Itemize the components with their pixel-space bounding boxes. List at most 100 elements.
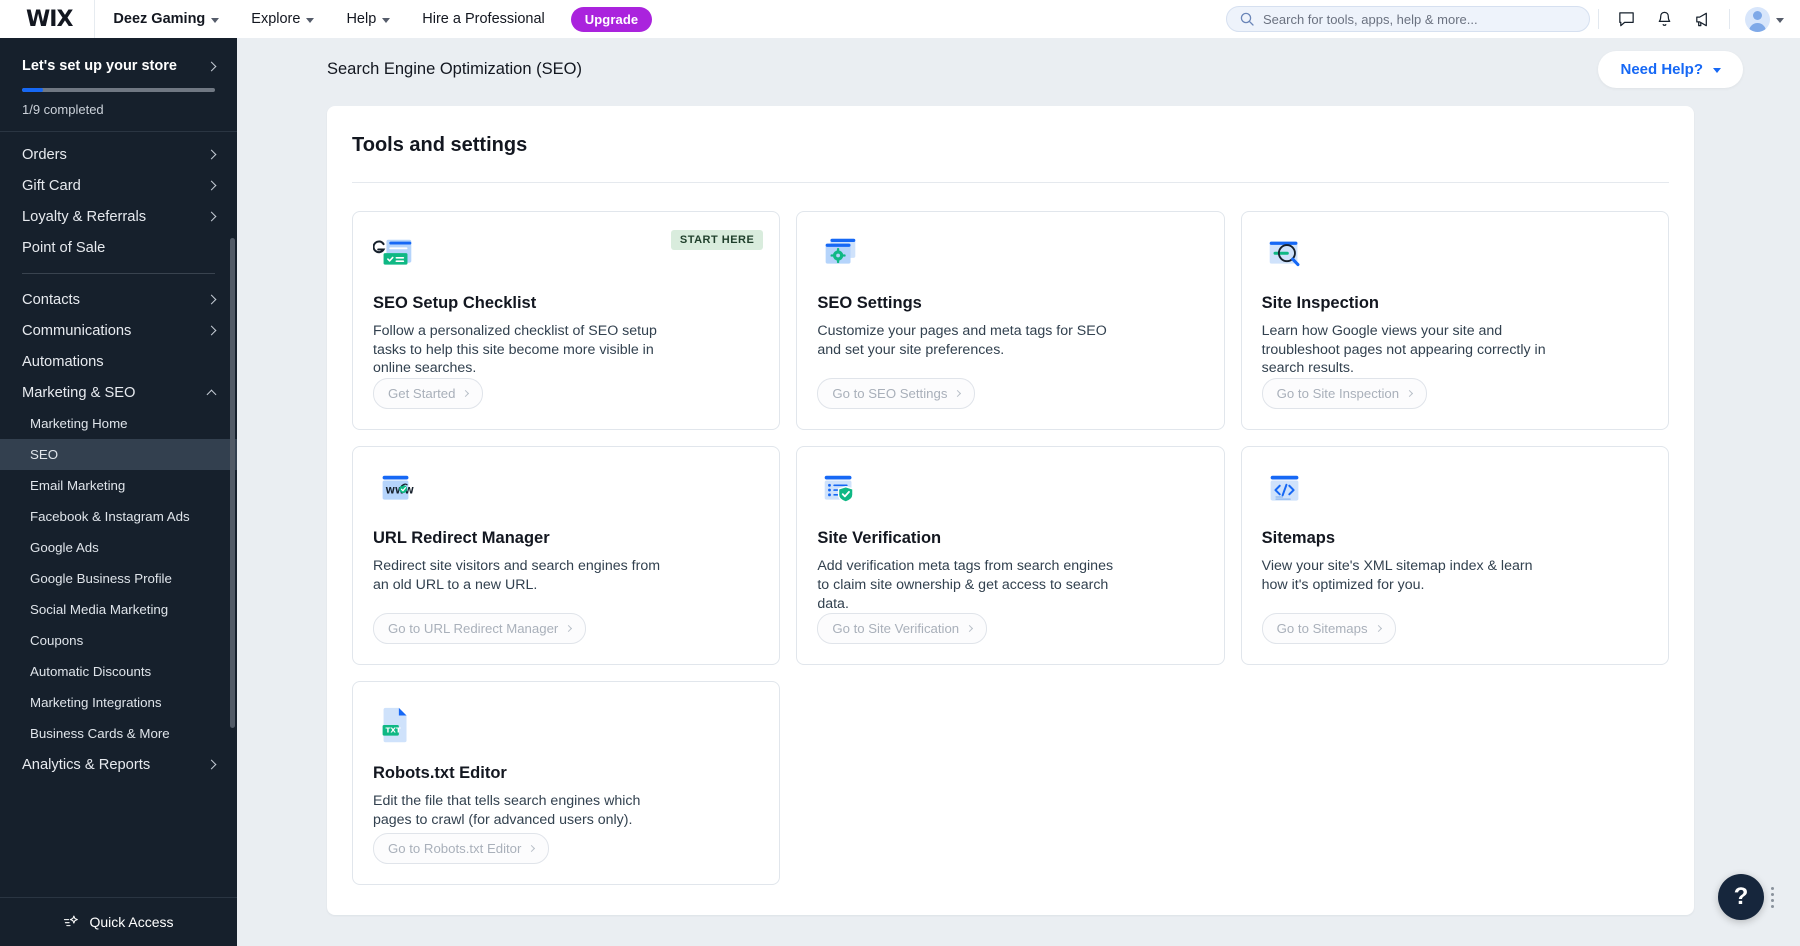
- sidebar-item-email-marketing[interactable]: Email Marketing: [0, 470, 237, 501]
- sidebar-item-communications[interactable]: Communications: [0, 315, 237, 346]
- sidebar-item-label: Facebook & Instagram Ads: [30, 509, 190, 524]
- sidebar-item-gift-card[interactable]: Gift Card: [0, 170, 237, 201]
- chevron-right-icon: [954, 390, 961, 397]
- sidebar-item-automatic-discounts[interactable]: Automatic Discounts: [0, 656, 237, 687]
- card-description: Learn how Google views your site and tro…: [1262, 322, 1562, 378]
- megaphone-icon[interactable]: [1683, 0, 1721, 38]
- shield-check-list-icon: [817, 469, 863, 513]
- chevron-down-icon: [211, 18, 219, 23]
- chevron-right-icon: [528, 845, 535, 852]
- sidebar-item-marketing-home[interactable]: Marketing Home: [0, 408, 237, 439]
- chevron-right-icon: [1375, 625, 1382, 632]
- sidebar-item-coupons[interactable]: Coupons: [0, 625, 237, 656]
- sidebar-scrollbar[interactable]: [230, 238, 235, 728]
- card-site-inspection[interactable]: Site Inspection Learn how Google views y…: [1241, 211, 1669, 430]
- need-help-button[interactable]: Need Help?: [1598, 51, 1743, 88]
- card-seo-setup-checklist[interactable]: START HERE SEO Setup Checklist Follow a …: [352, 211, 780, 430]
- sidebar-item-label: Point of Sale: [22, 240, 105, 256]
- go-to-url-redirect-manager-button[interactable]: Go to URL Redirect Manager: [373, 613, 586, 644]
- sidebar-item-label: Marketing Integrations: [30, 695, 162, 710]
- nav-help-label: Help: [346, 11, 376, 27]
- card-site-verification[interactable]: Site Verification Add verification meta …: [796, 446, 1224, 665]
- help-button[interactable]: ?: [1718, 874, 1764, 920]
- sidebar-item-label: Gift Card: [22, 178, 81, 194]
- card-robots-txt-editor[interactable]: TXT Robots.txt Editor Edit the file that…: [352, 681, 780, 885]
- go-to-seo-settings-button[interactable]: Go to SEO Settings: [817, 378, 975, 409]
- top-bar: WIX Deez Gaming Explore Help Hire a Prof…: [0, 0, 1800, 38]
- sidebar-item-label: Orders: [22, 147, 67, 163]
- nav-explore[interactable]: Explore: [235, 0, 330, 38]
- chat-icon[interactable]: [1607, 0, 1645, 38]
- card-title: SEO Settings: [817, 294, 1203, 313]
- card-button-label: Go to URL Redirect Manager: [388, 621, 558, 636]
- setup-header[interactable]: Let's set up your store: [22, 58, 215, 74]
- tools-grid: START HERE SEO Setup Checklist Follow a …: [327, 183, 1694, 915]
- setup-progress-fill: [22, 88, 43, 92]
- card-description: Redirect site visitors and search engine…: [373, 557, 673, 594]
- site-selector[interactable]: Deez Gaming: [95, 0, 235, 38]
- chevron-down-icon: [1713, 68, 1721, 73]
- sidebar-group-store: Orders Gift Card Loyalty & Referrals Poi…: [0, 132, 237, 263]
- sidebar-item-label: Email Marketing: [30, 478, 125, 493]
- sidebar-item-seo[interactable]: SEO: [0, 439, 237, 470]
- chevron-right-icon: [207, 61, 217, 71]
- nav-explore-label: Explore: [251, 11, 300, 27]
- sidebar-item-social-media-marketing[interactable]: Social Media Marketing: [0, 594, 237, 625]
- nav-help[interactable]: Help: [330, 0, 406, 38]
- code-brackets-icon: [1262, 469, 1308, 513]
- sidebar-item-marketing-integrations[interactable]: Marketing Integrations: [0, 687, 237, 718]
- sidebar-item-business-cards-more[interactable]: Business Cards & More: [0, 718, 237, 749]
- nav-hire-professional-label: Hire a Professional: [422, 11, 545, 27]
- main-content: Search Engine Optimization (SEO) Need He…: [237, 38, 1800, 946]
- sidebar-item-marketing-seo[interactable]: Marketing & SEO: [0, 377, 237, 408]
- wix-logo[interactable]: WIX: [0, 7, 94, 32]
- sidebar-item-label: Coupons: [30, 633, 83, 648]
- go-to-sitemaps-button[interactable]: Go to Sitemaps: [1262, 613, 1396, 644]
- nav-hire-professional[interactable]: Hire a Professional: [406, 0, 561, 38]
- upgrade-button[interactable]: Upgrade: [571, 7, 652, 32]
- go-to-robots-txt-editor-button[interactable]: Go to Robots.txt Editor: [373, 833, 549, 864]
- sidebar-item-google-ads[interactable]: Google Ads: [0, 532, 237, 563]
- page-title: Search Engine Optimization (SEO): [327, 60, 582, 79]
- sidebar-item-contacts[interactable]: Contacts: [0, 284, 237, 315]
- site-name-label: Deez Gaming: [113, 11, 205, 27]
- avatar: [1745, 7, 1770, 32]
- card-seo-settings[interactable]: SEO Settings Customize your pages and me…: [796, 211, 1224, 430]
- setup-title: Let's set up your store: [22, 58, 177, 74]
- search-placeholder: Search for tools, apps, help & more...: [1263, 12, 1478, 27]
- sidebar-item-google-business-profile[interactable]: Google Business Profile: [0, 563, 237, 594]
- card-sitemaps[interactable]: Sitemaps View your site's XML sitemap in…: [1241, 446, 1669, 665]
- chevron-down-icon[interactable]: [1776, 18, 1784, 23]
- chevron-right-icon: [565, 625, 572, 632]
- setup-progress-block[interactable]: Let's set up your store 1/9 completed: [0, 38, 237, 131]
- page-header: Search Engine Optimization (SEO) Need He…: [237, 38, 1800, 100]
- panel-title: Tools and settings: [327, 106, 1694, 157]
- go-to-site-verification-button[interactable]: Go to Site Verification: [817, 613, 987, 644]
- sidebar-item-analytics-reports[interactable]: Analytics & Reports: [0, 749, 237, 780]
- quick-access-button[interactable]: Quick Access: [0, 897, 237, 946]
- sidebar-item-point-of-sale[interactable]: Point of Sale: [0, 232, 237, 263]
- card-description: Follow a personalized checklist of SEO s…: [373, 322, 673, 378]
- help-more-options-icon[interactable]: [1771, 887, 1774, 908]
- card-button-label: Go to Robots.txt Editor: [388, 841, 521, 856]
- sidebar-item-label: Contacts: [22, 292, 80, 308]
- sidebar-item-orders[interactable]: Orders: [0, 139, 237, 170]
- help-widget: ?: [1718, 874, 1774, 920]
- account-menu[interactable]: [1738, 0, 1776, 38]
- go-to-site-inspection-button[interactable]: Go to Site Inspection: [1262, 378, 1427, 409]
- sidebar-item-label: Google Business Profile: [30, 571, 172, 586]
- sidebar-item-label: Loyalty & Referrals: [22, 209, 146, 225]
- card-url-redirect-manager[interactable]: WWW URL Redirect Manager Redirect site v…: [352, 446, 780, 665]
- sidebar-item-loyalty-referrals[interactable]: Loyalty & Referrals: [0, 201, 237, 232]
- grid-filler: [1241, 681, 1669, 885]
- sidebar-item-facebook-instagram-ads[interactable]: Facebook & Instagram Ads: [0, 501, 237, 532]
- search-input[interactable]: Search for tools, apps, help & more...: [1226, 6, 1590, 32]
- txt-document-icon: TXT: [373, 704, 419, 748]
- sidebar-item-automations[interactable]: Automations: [0, 346, 237, 377]
- get-started-button[interactable]: Get Started: [373, 378, 483, 409]
- card-title: Robots.txt Editor: [373, 764, 759, 783]
- card-description: Customize your pages and meta tags for S…: [817, 322, 1117, 359]
- sidebar-item-label: Marketing Home: [30, 416, 128, 431]
- need-help-label: Need Help?: [1620, 61, 1703, 78]
- bell-icon[interactable]: [1645, 0, 1683, 38]
